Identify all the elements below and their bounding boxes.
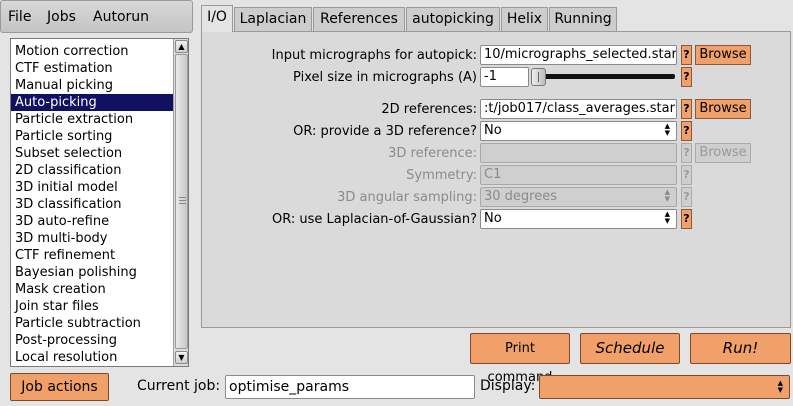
reference-3d-option-help-button[interactable]: ? [681, 121, 692, 141]
display-label: Display: [480, 378, 536, 394]
select-arrows-icon: ▲ ▼ [664, 210, 670, 225]
scroll-up-button[interactable]: ▲ [175, 40, 188, 53]
job-list-item[interactable]: Particle extraction [11, 111, 173, 128]
job-list-scrollbar[interactable]: ▲ ▼ [173, 39, 188, 366]
angular-sampling-help-button: ? [681, 187, 692, 207]
input-micrographs-field[interactable]: 10/micrographs_selected.star [480, 45, 677, 65]
references-2d-help-button[interactable]: ? [681, 99, 692, 119]
job-list-item[interactable]: Particle subtraction [11, 315, 173, 332]
angular-sampling-label: 3D angular sampling: [337, 190, 477, 205]
job-list-item[interactable]: 3D initial model [11, 179, 173, 196]
input-micrographs-help-button[interactable]: ? [681, 45, 692, 65]
laplacian-help-button[interactable]: ? [681, 209, 692, 229]
run-button[interactable]: Run! [690, 333, 791, 364]
current-job-field[interactable]: optimise_params [225, 375, 475, 399]
current-job-label: Current job: [137, 378, 221, 394]
job-list-item[interactable]: Join star files [11, 298, 173, 315]
references-2d-label: 2D references: [381, 102, 477, 117]
tab-autopicking[interactable]: autopicking [406, 7, 500, 31]
input-micrographs-label: Input micrographs for autopick: [271, 48, 477, 63]
job-list-item[interactable]: Mask creation [11, 281, 173, 298]
symmetry-label: Symmetry: [406, 168, 477, 183]
angular-sampling-select: 30 degrees ▲ ▼ [480, 187, 677, 207]
pixel-size-field[interactable]: -1 [480, 67, 529, 87]
tab-helix[interactable]: Helix [501, 7, 548, 31]
job-list-item[interactable]: Subset selection [11, 145, 173, 162]
print-command-button[interactable]: Print command [470, 333, 570, 385]
job-list-item[interactable]: Manual picking [11, 77, 173, 94]
schedule-button[interactable]: Schedule [580, 333, 680, 364]
job-list-item[interactable]: Local resolution [11, 349, 173, 366]
job-list-item[interactable]: 3D auto-refine [11, 213, 173, 230]
select-arrows-icon: ▲ ▼ [777, 379, 783, 394]
job-list-item[interactable]: Bayesian polishing [11, 264, 173, 281]
menu-bar: File Jobs Autorun [0, 0, 193, 33]
job-list-item[interactable]: CTF estimation [11, 60, 173, 77]
select-arrows-icon: ▲ ▼ [664, 188, 670, 203]
scrollbar-thumb[interactable] [175, 54, 188, 349]
job-list-item[interactable]: CTF refinement [11, 247, 173, 264]
tab-running[interactable]: Running [549, 7, 617, 31]
menu-file[interactable]: File [8, 9, 31, 25]
pixel-size-slider[interactable] [530, 67, 677, 87]
angular-sampling-value: 30 degrees [484, 189, 558, 204]
job-list-item[interactable]: Post-processing [11, 332, 173, 349]
laplacian-value: No [484, 211, 502, 226]
laplacian-select[interactable]: No ▲ ▼ [480, 209, 677, 229]
tab-io[interactable]: I/O [201, 5, 233, 32]
pixel-size-help-button[interactable]: ? [681, 67, 692, 87]
references-2d-browse-button[interactable]: Browse [695, 99, 751, 119]
laplacian-label: OR: use Laplacian-of-Gaussian? [272, 212, 477, 227]
slider-handle[interactable] [531, 68, 546, 86]
job-type-list[interactable]: Motion correction CTF estimation Manual pi… [10, 38, 189, 367]
symmetry-help-button: ? [681, 165, 692, 185]
menu-autorun[interactable]: Autorun [93, 9, 149, 25]
reference-3d-browse-button: Browse [695, 143, 751, 163]
reference-3d-option-label: OR: provide a 3D reference? [293, 124, 477, 139]
input-micrographs-browse-button[interactable]: Browse [695, 45, 751, 65]
select-arrows-icon: ▲ ▼ [664, 122, 670, 137]
symmetry-field: C1 [480, 165, 677, 185]
job-list-item[interactable]: Motion correction [11, 43, 173, 60]
reference-3d-help-button: ? [681, 143, 692, 163]
pixel-size-label: Pixel size in micrographs (A) [293, 70, 477, 85]
job-actions-button[interactable]: Job actions [10, 373, 109, 401]
job-list-item[interactable]: Particle sorting [11, 128, 173, 145]
job-list-item[interactable]: 2D classification [11, 162, 173, 179]
tab-laplacian[interactable]: Laplacian [234, 7, 312, 31]
job-list-item[interactable]: 3D multi-body [11, 230, 173, 247]
reference-3d-label: 3D reference: [388, 146, 477, 161]
display-select[interactable]: ▲ ▼ [539, 375, 790, 399]
tab-references[interactable]: References [313, 7, 405, 31]
reference-3d-field [480, 143, 677, 163]
scroll-down-button[interactable]: ▼ [175, 351, 188, 364]
references-2d-field[interactable]: :t/job017/class_averages.star [480, 99, 677, 119]
reference-3d-option-value: No [484, 123, 502, 138]
menu-jobs[interactable]: Jobs [47, 9, 76, 25]
reference-3d-option-select[interactable]: No ▲ ▼ [480, 121, 677, 141]
job-list-item[interactable]: 3D classification [11, 196, 173, 213]
job-list-item[interactable]: Auto-picking [11, 94, 173, 111]
